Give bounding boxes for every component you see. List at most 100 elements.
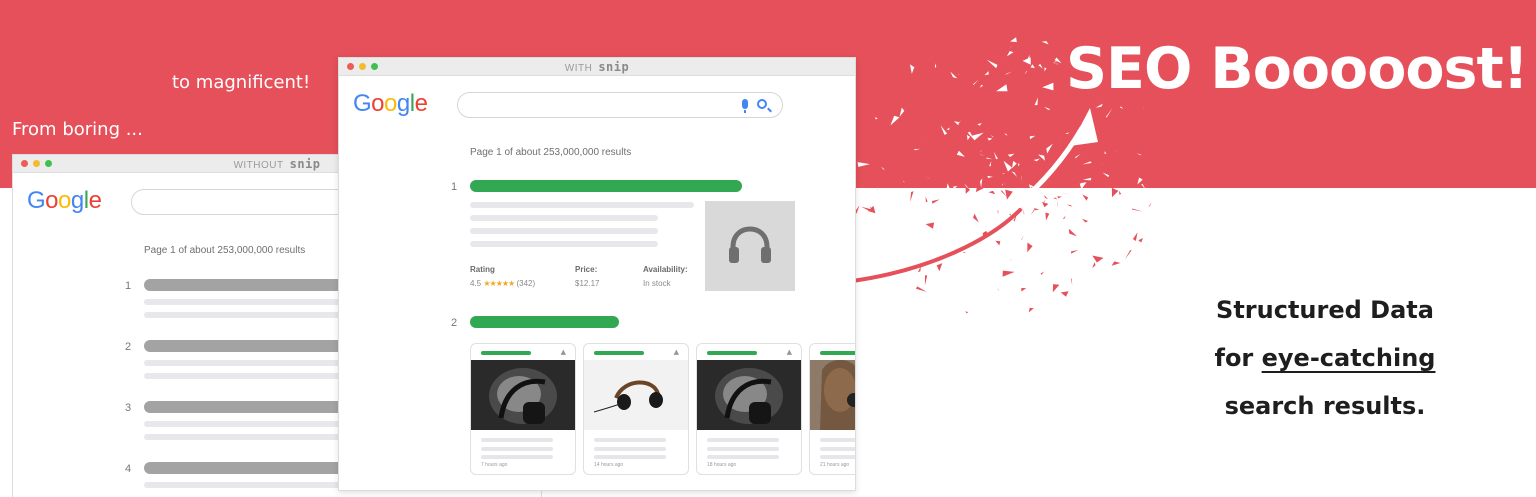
confetti-shard — [987, 137, 993, 141]
result-number: 4 — [125, 463, 132, 475]
image-card[interactable]: ▲ 14 hours ago — [583, 343, 689, 475]
confetti-shard — [1045, 212, 1050, 221]
search-icon[interactable] — [757, 99, 767, 109]
star-rating-icon: ★★★★★ — [483, 279, 515, 288]
confetti-shard — [931, 199, 940, 204]
confetti-shard — [1092, 262, 1096, 268]
result-number: 1 — [125, 280, 132, 292]
confetti-shard — [989, 161, 992, 167]
confetti-shard — [1012, 160, 1017, 169]
tagline-line-1: Structured Data — [1216, 296, 1434, 324]
confetti-shard — [1124, 250, 1132, 260]
confetti-shard — [1033, 158, 1040, 162]
result-title-bar[interactable] — [470, 316, 619, 328]
confetti-shard — [1010, 37, 1017, 43]
image-card[interactable]: 21 hours ago — [809, 343, 855, 475]
confetti-shard — [956, 150, 965, 157]
confetti-shard — [986, 59, 998, 69]
confetti-shard — [987, 175, 993, 178]
image-card[interactable]: ▲ 18 hours ago — [696, 343, 802, 475]
confetti-shard — [876, 188, 879, 191]
confetti-shard — [1120, 106, 1124, 109]
confetti-shard — [1006, 51, 1014, 57]
card-menu-icon[interactable]: ▲ — [787, 348, 792, 356]
confetti-shard — [1143, 106, 1145, 111]
confetti-shard — [1034, 97, 1038, 106]
confetti-shard — [1044, 195, 1049, 200]
confetti-shard — [1040, 271, 1045, 275]
confetti-shard — [913, 148, 921, 151]
results-count: Page 1 of about 253,000,000 results — [470, 147, 632, 158]
price-value: $12.17 — [575, 279, 600, 288]
result-number: 3 — [125, 402, 132, 414]
confetti-shard — [1044, 67, 1047, 72]
confetti-shard — [965, 311, 969, 314]
confetti-shard — [1013, 212, 1018, 222]
confetti-shard — [1104, 151, 1107, 154]
confetti-shard — [965, 186, 971, 194]
confetti-shard — [1052, 61, 1058, 64]
confetti-shard — [1132, 232, 1138, 241]
confetti-shard — [1027, 242, 1033, 253]
confetti-shard — [1004, 133, 1008, 136]
microphone-icon[interactable] — [742, 99, 748, 113]
card-menu-icon[interactable]: ▲ — [561, 348, 566, 356]
search-input[interactable] — [457, 92, 783, 118]
confetti-shard — [1010, 259, 1013, 262]
confetti-shard — [1029, 135, 1036, 140]
confetti-shard — [1030, 64, 1035, 69]
headline: SEO Booooost! — [1066, 36, 1529, 102]
result-snippet-line — [470, 202, 694, 208]
confetti-shard — [1082, 161, 1092, 165]
availability-label: Availability: — [643, 265, 688, 274]
headphones-icon — [729, 226, 771, 263]
confetti-shard — [1106, 108, 1113, 118]
result-thumbnail[interactable] — [705, 201, 795, 291]
confetti-shard — [1071, 250, 1079, 254]
result-snippet-line — [470, 241, 658, 247]
confetti-shard — [1081, 218, 1089, 223]
confetti-shard — [875, 116, 878, 120]
headphones-photo — [584, 360, 688, 430]
confetti-shard — [993, 151, 998, 160]
confetti-shard — [1002, 173, 1006, 175]
confetti-shard — [1021, 235, 1024, 240]
result-title-bar[interactable] — [470, 180, 742, 192]
confetti-shard — [1011, 171, 1017, 177]
tagline-line-3: search results. — [1224, 392, 1426, 420]
card-timestamp: 18 hours ago — [707, 462, 737, 468]
confetti-shard — [1005, 71, 1013, 75]
person-photo — [810, 360, 855, 430]
confetti-shard — [1044, 106, 1051, 110]
confetti-shard — [1042, 82, 1054, 91]
result-number: 2 — [125, 341, 132, 353]
confetti-shard — [914, 66, 918, 67]
confetti-shard — [975, 186, 984, 193]
confetti-shard — [1102, 172, 1109, 178]
confetti-shard — [980, 178, 983, 188]
confetti-shard — [1063, 192, 1071, 194]
confetti-shard — [973, 79, 979, 86]
card-menu-icon[interactable]: ▲ — [674, 348, 679, 356]
confetti-shard — [1021, 205, 1025, 215]
result-number: 1 — [451, 181, 458, 193]
confetti-shard — [935, 63, 937, 69]
confetti-shard — [1052, 284, 1060, 293]
card-timestamp: 7 hours ago — [481, 462, 508, 468]
confetti-shard — [958, 120, 961, 124]
confetti-shard — [953, 186, 958, 190]
confetti-shard — [988, 190, 996, 195]
confetti-shard — [1028, 307, 1034, 313]
confetti-shard — [962, 252, 966, 253]
confetti-shard — [1038, 154, 1045, 161]
confetti-shard — [1002, 270, 1015, 277]
image-card[interactable]: ▲ 7 hours ago — [470, 343, 576, 475]
confetti-shard — [1141, 184, 1146, 190]
confetti-shard — [1046, 143, 1053, 154]
confetti-shard — [984, 71, 989, 76]
confetti-shard — [1066, 204, 1072, 207]
confetti-shard — [979, 84, 984, 88]
results-count: Page 1 of about 253,000,000 results — [144, 245, 306, 256]
confetti-shard — [953, 121, 960, 126]
confetti-shard — [977, 123, 982, 126]
